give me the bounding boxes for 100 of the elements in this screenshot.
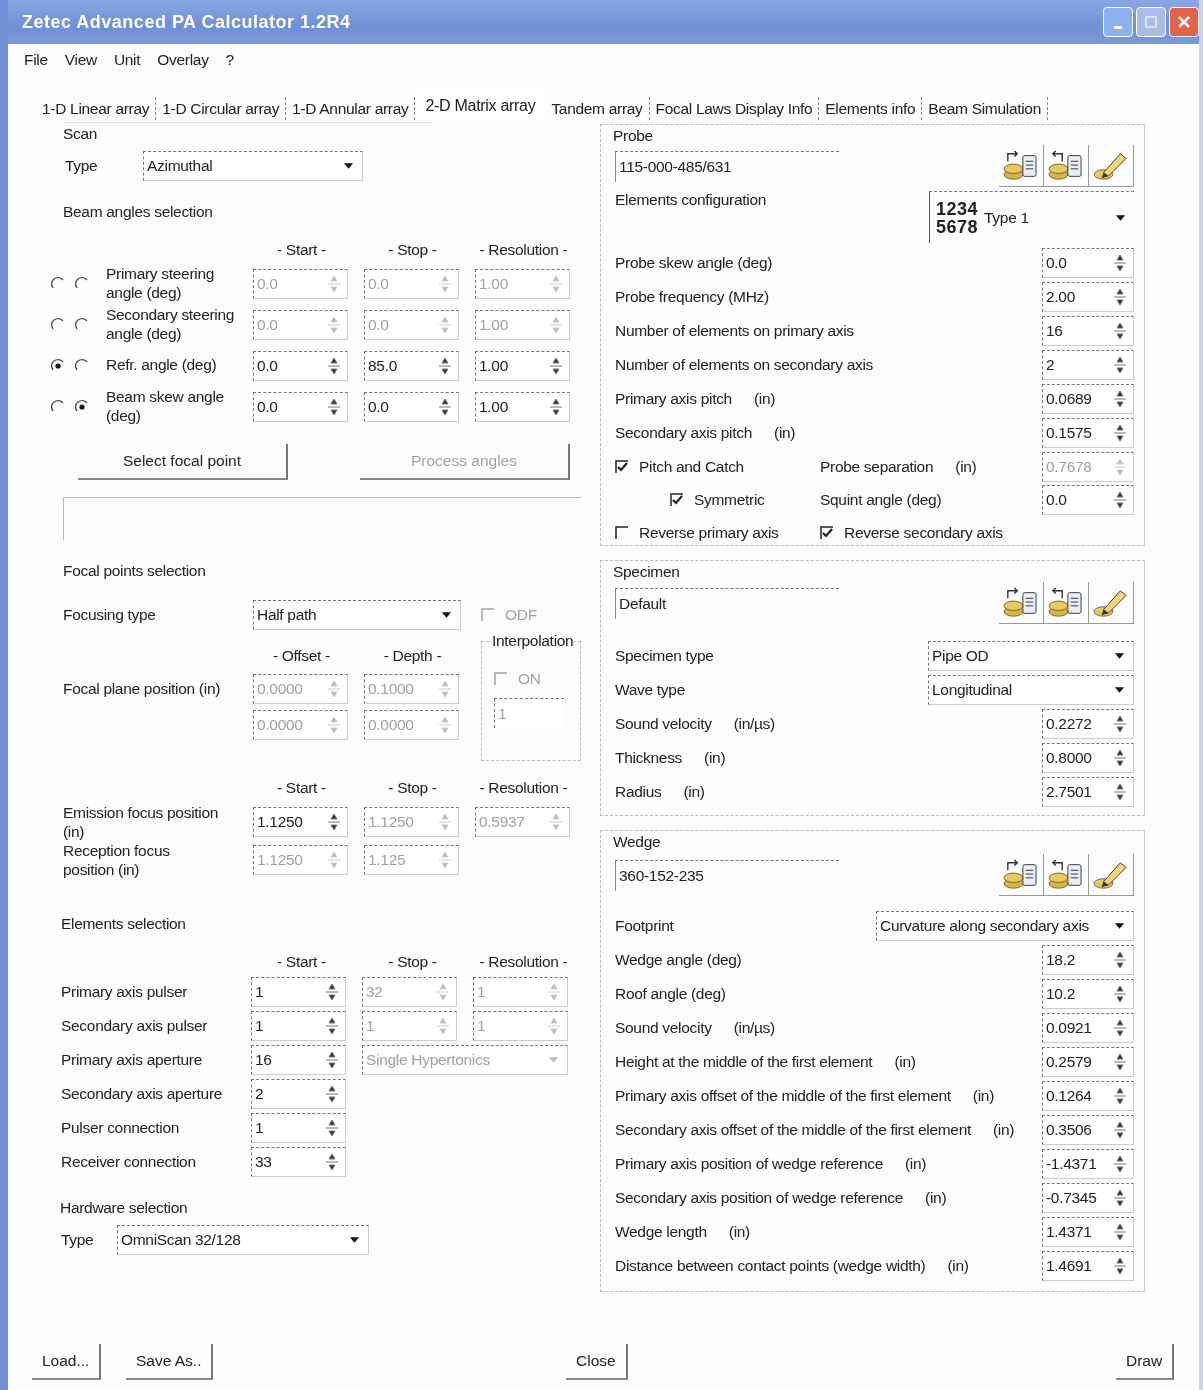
column-header: - Depth - [382,647,443,665]
toolbar-button[interactable] [1089,582,1134,624]
row-label: Reception focus position (in) [63,840,171,880]
toolbar-button[interactable] [999,854,1044,896]
spin-field[interactable]: 16 [251,1045,346,1075]
toolbar-button[interactable] [1089,145,1134,187]
row-label: Refr. angle (deg) [106,356,218,375]
close-button[interactable] [1169,7,1199,37]
name-field[interactable]: Default [615,587,839,619]
spin-field[interactable]: 0.8000 [1042,743,1134,773]
dropdown[interactable]: Pipe OD [928,641,1134,671]
menu-item[interactable]: ? [225,51,234,69]
spin-field[interactable]: -0.7345 [1042,1183,1134,1213]
caret-icon [343,162,354,170]
toolbar-button[interactable] [1044,854,1089,896]
spin-field[interactable]: 10.2 [1042,979,1134,1009]
row-label: Primary axis pitch (in) [615,390,776,408]
toolbar-button[interactable] [1044,582,1089,624]
panel-title: Wedge [613,833,661,851]
toolbar-button[interactable] [999,145,1044,187]
spin-field[interactable]: 1.4691 [1042,1251,1134,1281]
spin-field[interactable]: 1.00 [475,350,570,381]
column-header: - Offset - [272,647,331,665]
spin-field[interactable]: 0.0 [1042,248,1134,278]
footer-button[interactable]: Close [566,1344,628,1380]
action-button[interactable]: Select focal point [78,444,288,480]
menu-item[interactable]: View [64,51,97,69]
spin-field[interactable]: 0.1264 [1042,1081,1134,1111]
menu-item[interactable]: Overlay [157,51,209,69]
checkbox[interactable]: Symmetric [670,490,820,509]
spin-field[interactable]: 2 [251,1079,346,1109]
spin-field[interactable]: 18.2 [1042,945,1134,975]
spin-field[interactable]: 0.0921 [1042,1013,1134,1043]
dropdown[interactable]: Azimuthal [143,151,363,181]
menu-item[interactable]: File [24,51,48,69]
footer-button[interactable]: Load... [32,1344,102,1380]
row-label: Probe skew angle (deg) [615,254,773,272]
column-header: - Stop - [387,779,438,797]
spin-field[interactable]: 0.3506 [1042,1115,1134,1145]
spin-field[interactable]: 1 [251,1011,346,1041]
spin-field[interactable]: 2 [1042,350,1134,380]
spin-field[interactable]: -1.4371 [1042,1149,1134,1179]
spin-field[interactable]: 1.00 [475,391,570,422]
menu-item[interactable]: Unit [113,51,141,69]
checkbox[interactable]: Reverse secondary axis [820,523,1003,542]
field-label: Elements configuration [615,191,767,209]
spin-field[interactable]: 1 [251,1113,346,1143]
section-title: Hardware selection [60,1199,188,1217]
row-label: Secondary axis position of wedge reference (in) [615,1189,947,1207]
disk-clipboard-icon [1047,586,1085,619]
row-label: Roof angle (deg) [615,985,726,1003]
spin-field[interactable]: 2.00 [1042,282,1134,312]
spin-field[interactable]: 1.4371 [1042,1217,1134,1247]
spin-field[interactable]: 2.7501 [1042,777,1134,807]
footer-button[interactable]: Draw [1116,1344,1175,1380]
disk-clipboard-icon [1047,149,1085,182]
footer-button[interactable]: Save As.. [126,1344,214,1380]
toolbar-button[interactable] [999,582,1044,624]
spin-field[interactable]: 0.2272 [1042,709,1134,739]
name-field[interactable]: 360-152-235 [615,859,839,891]
name-field[interactable]: 115-000-485/631 [615,150,839,182]
column-header: - Start - [276,953,327,971]
row-label: Sound velocity (in/µs) [615,715,775,733]
dropdown[interactable]: Longitudinal [928,675,1134,705]
spin-field[interactable]: 1 [251,977,346,1007]
tab[interactable]: Elements info [819,97,923,120]
caret-icon [349,1236,360,1244]
dropdown[interactable]: OmniScan 32/128 [117,1225,369,1255]
spin-field[interactable]: 16 [1042,316,1134,346]
tab[interactable]: 1-D Circular array [156,97,287,120]
column-header: - Stop - [387,241,438,259]
toolbar-button[interactable] [1089,854,1134,896]
spin-field[interactable]: 0.0 [253,391,348,422]
dropdown[interactable]: Half path [253,599,461,630]
spin-field[interactable]: 0.1575 [1042,418,1134,448]
caret-icon [1115,213,1126,222]
tab[interactable]: Focal Laws Display Info [649,97,820,120]
dropdown[interactable]: Curvature along secondary axis [876,911,1134,941]
spin-field[interactable]: 0.2579 [1042,1047,1134,1077]
section-title: Elements selection [61,915,186,933]
spin-field[interactable]: 1.1250 [253,807,348,837]
spin-field[interactable]: 0.0 [253,350,348,381]
spin-field[interactable]: 0.0 [1042,484,1134,515]
row-label: Secondary axis pulser [61,1017,209,1035]
checkbox[interactable]: Pitch and Catch [615,457,820,476]
tab[interactable]: 1-D Linear array [36,97,157,120]
column-header: - Resolution - [478,779,569,797]
spin-field[interactable]: 33 [251,1147,346,1177]
checkbox[interactable]: Reverse primary axis [615,523,820,542]
tab[interactable]: Tandem array [545,97,650,120]
row-label: Pulser connection [61,1119,181,1137]
row-label: Primary steering angle (deg) [106,264,216,303]
spin-field[interactable]: 0.0689 [1042,384,1134,414]
spin-field[interactable]: 85.0 [364,350,459,381]
toolbar-button[interactable] [1044,145,1089,187]
row-label: Probe frequency (MHz) [615,288,769,306]
spin-field[interactable]: 0.0 [364,391,459,422]
tab[interactable]: Beam Simulation [922,97,1048,120]
row-label: Specimen type [615,647,714,665]
row-label: Height at the middle of the first element (in) [615,1053,916,1071]
